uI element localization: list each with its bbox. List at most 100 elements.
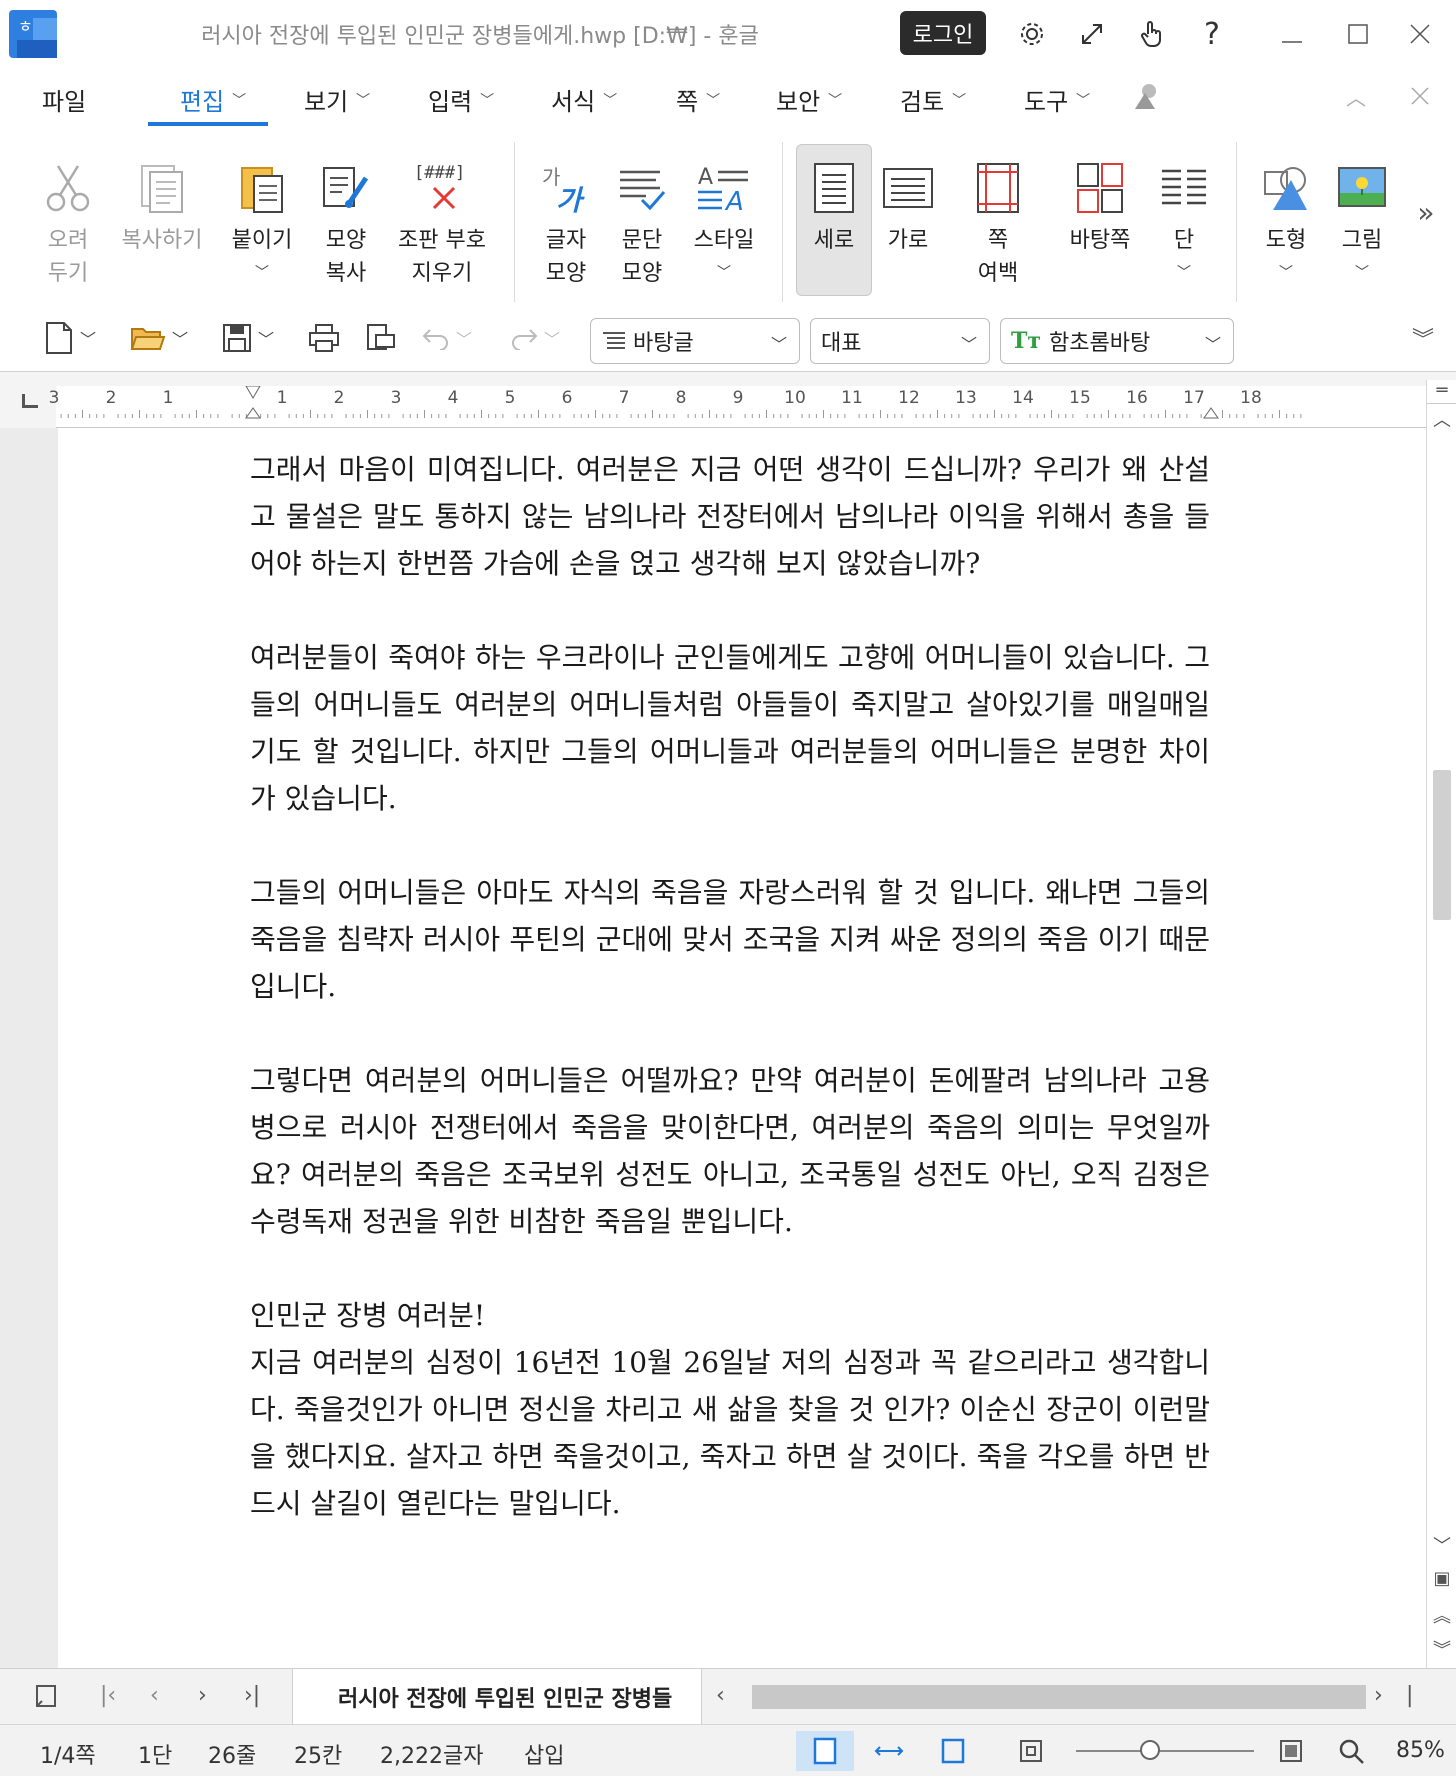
style-button[interactable]: AA 스타일 ﹀ (684, 152, 764, 290)
scroll-thumb[interactable] (1433, 770, 1451, 920)
print-preview-button[interactable] (364, 320, 396, 356)
collapse-ribbon-icon[interactable]: ︿ (1336, 76, 1376, 116)
svg-text:A: A (698, 165, 713, 190)
paragraph-style-icon (603, 332, 625, 349)
menu-tools[interactable]: 도구 ﹀ (1024, 82, 1090, 117)
document-tab[interactable]: 러시아 전장에 투입된 인민군 장병들 (292, 1669, 702, 1725)
expand-toolbar-icon[interactable]: ︾ (1412, 320, 1434, 356)
touch-hand-icon[interactable] (1132, 14, 1172, 54)
maximize-icon[interactable] (1338, 14, 1378, 54)
vertical-scrollbar[interactable]: ═ ︿ ﹀ ▣ ︽ ︾ (1426, 380, 1456, 1668)
copy-button[interactable]: 복사하기 (112, 152, 212, 257)
menu-page[interactable]: 쪽 ﹀ (676, 82, 720, 117)
last-tab-icon[interactable]: ›| (244, 1683, 260, 1708)
page-margin-button[interactable]: 쪽 여백 (958, 152, 1038, 290)
picture-button[interactable]: 그림 ﹀ (1322, 152, 1402, 290)
scroll-down-icon[interactable]: ﹀ (1427, 1532, 1456, 1558)
settings-gear-icon[interactable] (1012, 14, 1052, 54)
status-page[interactable]: 1/4쪽 (40, 1738, 96, 1770)
shape-button[interactable]: 도형 ﹀ (1246, 152, 1326, 290)
status-insert-mode[interactable]: 삽입 (524, 1738, 564, 1770)
format-painter-button[interactable]: 모양 복사 (306, 152, 386, 290)
print-button[interactable] (308, 320, 340, 356)
next-page-icon[interactable]: ︾ (1427, 1636, 1456, 1662)
font-select[interactable]: Tт 함초롬바탕 ﹀ (1000, 318, 1234, 364)
ruler-label: 8 (675, 388, 687, 408)
scroll-up-icon[interactable]: ︿ (1427, 406, 1456, 432)
zoom-level[interactable]: 85% (1396, 1738, 1445, 1763)
portrait-button[interactable]: 세로 (794, 152, 874, 257)
paste-button[interactable]: 붙이기 ﹀ (222, 152, 302, 290)
landscape-button[interactable]: 가로 (868, 152, 948, 257)
char-shape-button[interactable]: 가가 글자 모양 (526, 152, 606, 290)
menu-format[interactable]: 서식 ﹀ (551, 82, 617, 117)
horizontal-ruler[interactable]: 3 2 1 1 2 3 4 5 6 7 8 9 10 11 12 13 14 15 16 17 18 (49, 386, 1426, 428)
open-doc-button[interactable]: ﹀ (130, 320, 188, 356)
style-select[interactable]: 바탕글 ﹀ (590, 318, 800, 364)
zoom-page-icon (1280, 1740, 1302, 1762)
menu-insert[interactable]: 입력 ﹀ (428, 82, 494, 117)
language-select[interactable]: 대표 ﹀ (810, 318, 990, 364)
save-button[interactable]: ﹀ (222, 320, 274, 356)
hscroll-right-icon[interactable]: › (1374, 1683, 1383, 1708)
window-title: 러시아 전장에 투입된 인민군 장병들에게.hwp [D:₩] - 훈글 (201, 24, 759, 49)
paragraph[interactable]: 그래서 마음이 미여집니다. 여러분은 지금 어떤 생각이 드십니까? 우리가 … (250, 446, 1210, 587)
paragraph[interactable]: 인민군 장병 여러분! (250, 1292, 1210, 1339)
fit-page-button[interactable] (924, 1731, 982, 1771)
master-page-button[interactable]: 바탕쪽 (1058, 152, 1142, 257)
paragraph[interactable]: 여러분들이 죽여야 하는 우크라이나 군인들에게도 고향에 어머니들이 있습니다… (250, 634, 1210, 822)
zoom-page-button[interactable] (1262, 1731, 1320, 1771)
paragraph[interactable]: 지금 여러분의 심정이 16년전 10월 26일날 저의 심정과 꼭 같으리라고… (250, 1339, 1210, 1527)
new-tab-icon[interactable] (34, 1683, 58, 1715)
prev-tab-icon[interactable]: ‹ (150, 1683, 159, 1708)
paragraph[interactable]: 그들의 어머니들은 아마도 자식의 죽음을 자랑스러워 할 것 입니다. 왜냐면… (250, 869, 1210, 1010)
chevron-down-icon: ﹀ (1355, 265, 1369, 281)
status-col: 25칸 (294, 1744, 343, 1769)
zoom-magnifier-button[interactable] (1322, 1731, 1380, 1771)
menu-edit[interactable]: 편집 ﹀ (180, 82, 246, 117)
ribbon-separator (1236, 142, 1237, 302)
menu-review[interactable]: 검토 ﹀ (900, 82, 966, 117)
scroll-menu-icon[interactable]: ═ (1427, 380, 1456, 404)
para-shape-button[interactable]: 문단 모양 (602, 152, 682, 290)
cut-button[interactable]: 오려 두기 (28, 152, 108, 290)
hscroll-left-icon[interactable]: ‹ (716, 1683, 725, 1708)
quick-toolbar: ﹀ ﹀ ﹀ ﹀ ﹀ 바탕글 ﹀ 대표 ﹀ Tт 함초롬바탕 ﹀ ︾ (0, 304, 1456, 372)
minimize-icon[interactable] (1272, 14, 1312, 54)
help-icon[interactable]: ? (1192, 14, 1232, 54)
ribbon-more-icon[interactable]: » (1406, 192, 1446, 232)
redo-button[interactable]: ﹀ (510, 320, 560, 356)
shapes-quick-icon[interactable] (1126, 76, 1166, 116)
fullscreen-icon[interactable] (1072, 14, 1112, 54)
ruler-label: 4 (447, 388, 459, 408)
tab-stop-icon[interactable] (22, 394, 38, 408)
char-shape-icon: 가가 (526, 152, 606, 224)
fit-width-button[interactable] (860, 1731, 918, 1771)
zoom-fixed-button[interactable] (1002, 1731, 1060, 1771)
document-body[interactable]: 그래서 마음이 미여집니다. 여러분은 지금 어떤 생각이 드십니까? 우리가 … (250, 446, 1210, 1527)
new-doc-button[interactable]: ﹀ (44, 320, 96, 356)
ruler-label: 16 (1126, 388, 1148, 408)
paragraph[interactable]: 그렇다면 여러분의 어머니들은 어떨까요? 만약 여러분이 돈에팔려 남의나라 … (250, 1057, 1210, 1245)
horizontal-scroll-thumb[interactable] (752, 1685, 1366, 1709)
chevron-down-icon: ﹀ (258, 330, 275, 349)
undo-button[interactable]: ﹀ (422, 320, 472, 356)
menu-security[interactable]: 보안 ﹀ (776, 82, 842, 117)
normal-view-button[interactable] (796, 1731, 854, 1771)
page-view-icon[interactable]: ▣ (1427, 1568, 1456, 1589)
close-window-icon[interactable] (1400, 14, 1440, 54)
prev-page-icon[interactable]: ︽ (1427, 1602, 1456, 1628)
columns-button[interactable]: 단 ﹀ (1144, 152, 1224, 290)
login-button[interactable]: 로그인 (900, 11, 986, 55)
ruler-label: 10 (784, 388, 806, 408)
chevron-down-icon: ﹀ (172, 330, 189, 349)
first-tab-icon[interactable]: |‹ (100, 1683, 116, 1708)
clear-codes-button[interactable]: [###] 조판 부호 지우기 (392, 152, 492, 290)
menu-file[interactable]: 파일 (42, 82, 86, 117)
zoom-slider-track[interactable] (1076, 1750, 1254, 1752)
next-tab-icon[interactable]: › (198, 1683, 207, 1708)
close-doc-icon[interactable] (1400, 76, 1440, 116)
split-icon[interactable]: | (1406, 1683, 1413, 1708)
zoom-slider-knob[interactable] (1140, 1740, 1160, 1760)
menu-view[interactable]: 보기 ﹀ (304, 82, 370, 117)
